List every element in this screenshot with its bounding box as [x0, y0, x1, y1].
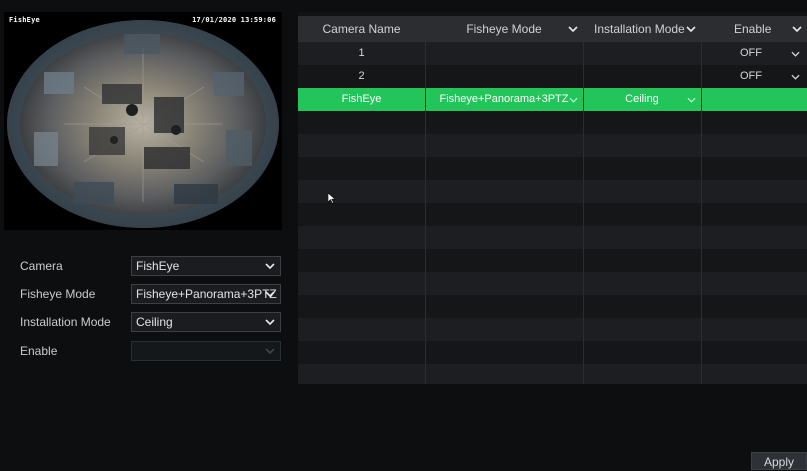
- table-row: [298, 111, 807, 134]
- chevron-down-icon: [265, 291, 275, 297]
- table-row: [298, 203, 807, 226]
- chevron-down-icon[interactable]: [791, 74, 800, 80]
- table-row[interactable]: 1 OFF: [298, 42, 807, 65]
- table-row: [298, 318, 807, 341]
- osd-camera-name: FishEye: [9, 16, 40, 24]
- table-row: [298, 226, 807, 249]
- column-divider: [583, 42, 584, 384]
- header-camera-name: Camera Name: [322, 22, 401, 36]
- enable-label: Enable: [20, 344, 58, 358]
- table-row: [298, 295, 807, 318]
- fisheye-preview: FishEye 17/01/2020 13:59:06: [4, 12, 282, 230]
- cell-installation-mode: [583, 65, 701, 88]
- fisheye-mode-label: Fisheye Mode: [20, 287, 96, 301]
- camera-label: Camera: [20, 259, 63, 273]
- fisheye-mode-select[interactable]: Fisheye+Panorama+3PTZ: [131, 284, 281, 304]
- camera-select[interactable]: FishEye: [131, 256, 281, 276]
- cell-fisheye-mode: [425, 42, 583, 65]
- table-row: [298, 341, 807, 364]
- installation-mode-select-value: Ceiling: [136, 315, 173, 329]
- cell-fisheye-mode: [425, 65, 583, 88]
- table-row: [298, 272, 807, 295]
- installation-mode-select[interactable]: Ceiling: [131, 312, 281, 332]
- chevron-down-icon: [792, 26, 802, 32]
- table-row: [298, 157, 807, 180]
- chevron-down-icon[interactable]: [569, 97, 578, 103]
- header-installation-mode[interactable]: Installation Mode: [583, 16, 701, 42]
- header-enable-label: Enable: [734, 22, 772, 36]
- cell-camera-name: 2: [358, 70, 365, 82]
- cell-installation-mode: Ceiling: [625, 93, 659, 105]
- fisheye-mode-select-value: Fisheye+Panorama+3PTZ: [136, 287, 277, 301]
- fisheye-mode-row: Fisheye Mode Fisheye+Panorama+3PTZ: [20, 284, 282, 304]
- cell-camera-name: 1: [358, 47, 365, 59]
- enable-row: Enable: [20, 341, 282, 361]
- chevron-down-icon: [265, 263, 275, 269]
- osd-timestamp: 17/01/2020 13:59:06: [192, 16, 276, 24]
- column-divider: [425, 42, 426, 384]
- cell-installation-mode: [583, 42, 701, 65]
- chevron-down-icon[interactable]: [687, 97, 696, 103]
- chevron-down-icon: [265, 319, 275, 325]
- chevron-down-icon: [686, 26, 696, 32]
- header-fisheye-mode[interactable]: Fisheye Mode: [425, 16, 583, 42]
- chevron-down-icon: [568, 26, 578, 32]
- chevron-down-icon[interactable]: [791, 51, 800, 57]
- chevron-down-icon: [265, 348, 275, 354]
- table-row[interactable]: FishEye Fisheye+Panorama+3PTZ Ceiling: [298, 88, 807, 111]
- table-row: [298, 134, 807, 157]
- camera-table: Camera Name Fisheye Mode Installation Mo…: [298, 12, 807, 384]
- table-row: [298, 364, 807, 384]
- camera-select-value: FishEye: [136, 259, 180, 273]
- header-enable[interactable]: Enable: [701, 16, 807, 42]
- table-header: Camera Name Fisheye Mode Installation Mo…: [298, 16, 807, 42]
- header-installation-mode-label: Installation Mode: [594, 22, 685, 36]
- header-fisheye-mode-label: Fisheye Mode: [466, 22, 542, 36]
- fisheye-image: [4, 12, 282, 230]
- mouse-cursor-icon: [328, 193, 336, 204]
- apply-button[interactable]: Apply: [751, 452, 807, 470]
- table-row: [298, 180, 807, 203]
- table-row[interactable]: 2 OFF: [298, 65, 807, 88]
- cell-enable: [701, 88, 807, 111]
- installation-mode-label: Installation Mode: [20, 315, 111, 329]
- table-row: [298, 249, 807, 272]
- installation-mode-row: Installation Mode Ceiling: [20, 312, 282, 332]
- cell-camera-name: FishEye: [341, 93, 382, 105]
- camera-row: Camera FishEye: [20, 256, 282, 276]
- enable-select[interactable]: [131, 341, 281, 361]
- column-divider: [701, 42, 702, 384]
- cell-fisheye-mode: Fisheye+Panorama+3PTZ: [439, 93, 569, 105]
